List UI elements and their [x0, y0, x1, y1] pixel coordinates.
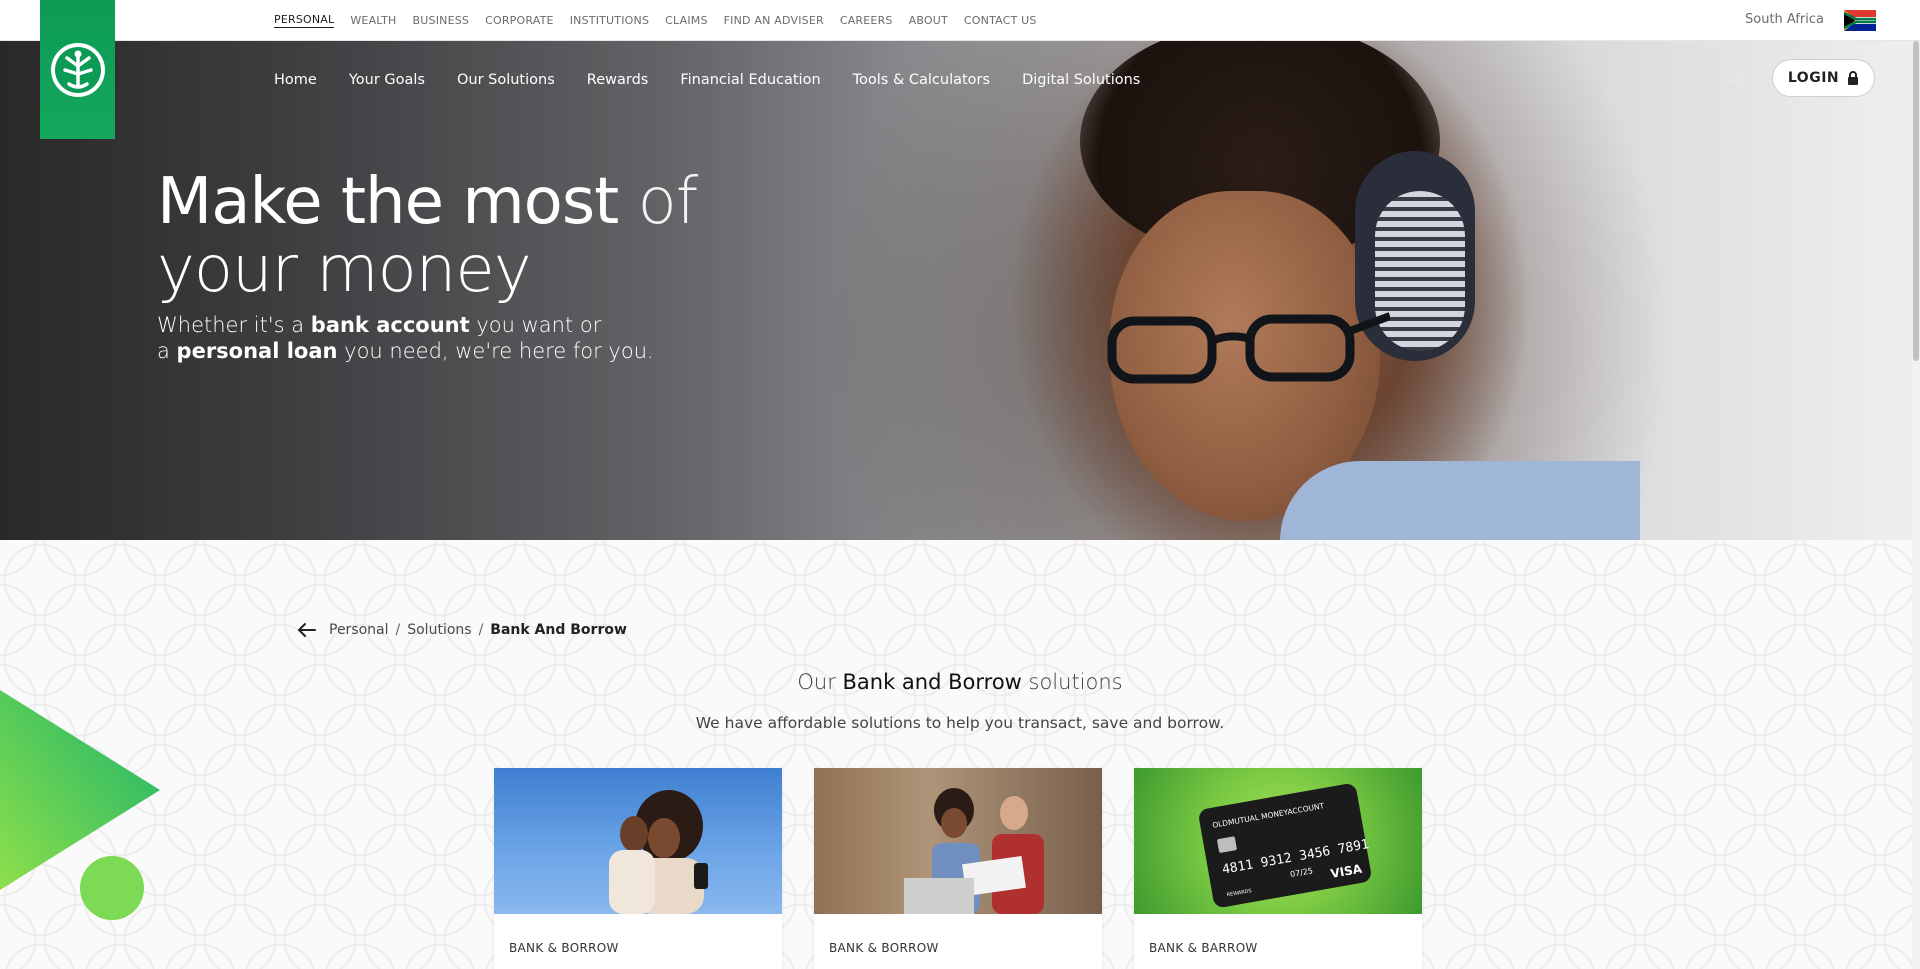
- scrollbar-thumb[interactable]: [1913, 41, 1919, 361]
- hero-title-part1: Make the most: [157, 165, 619, 239]
- solutions-section: Personal / Solutions / Bank And Borrow O…: [0, 540, 1920, 969]
- breadcrumb-solutions[interactable]: Solutions: [407, 622, 471, 638]
- segment-link-claims[interactable]: CLAIMS: [665, 14, 708, 27]
- segment-link-contact[interactable]: CONTACT US: [964, 14, 1037, 27]
- search-icon[interactable]: [1727, 68, 1749, 90]
- segment-link-careers[interactable]: CAREERS: [840, 14, 893, 27]
- nav-home[interactable]: Home: [274, 72, 317, 88]
- card-photo-workshop: [814, 768, 1102, 914]
- section-title-post: solutions: [1021, 670, 1123, 694]
- solution-cards: BANK & BORROW BANK & BORROW OLDMUTUAL MO…: [494, 768, 1422, 969]
- segment-link-personal[interactable]: PERSONAL: [274, 13, 335, 28]
- hero-photo-shirt: [1280, 461, 1640, 540]
- hero-photo-glasses: [1107, 312, 1390, 384]
- card-label: BANK & BARROW: [1149, 941, 1258, 955]
- decorative-triangle: [0, 690, 160, 890]
- money-account-card-graphic: OLDMUTUAL MONEYACCOUNT 4811 9312 3456 78…: [1199, 784, 1371, 908]
- card-label: BANK & BORROW: [829, 941, 939, 955]
- section-title-pre: Our: [797, 670, 843, 694]
- card-image-couple: [494, 768, 782, 914]
- breadcrumb-separator: /: [395, 622, 401, 638]
- segment-link-institutions[interactable]: INSTITUTIONS: [570, 14, 649, 27]
- lock-icon: [1848, 70, 1859, 85]
- hero-sub-text: a: [157, 339, 177, 363]
- page-scrollbar[interactable]: [1912, 41, 1920, 969]
- solution-card[interactable]: OLDMUTUAL MONEYACCOUNT 4811 9312 3456 78…: [1134, 768, 1422, 969]
- decorative-circle: [80, 856, 144, 920]
- breadcrumb-current: Bank And Borrow: [490, 622, 627, 638]
- south-africa-flag-icon[interactable]: [1844, 10, 1876, 31]
- card-image-money-account: OLDMUTUAL MONEYACCOUNT 4811 9312 3456 78…: [1134, 768, 1422, 914]
- nav-digital-solutions[interactable]: Digital Solutions: [1022, 72, 1140, 88]
- segment-link-corporate[interactable]: CORPORATE: [485, 14, 554, 27]
- card-label: BANK & BORROW: [509, 941, 619, 955]
- nav-financial-education[interactable]: Financial Education: [680, 72, 820, 88]
- card-image-workshop: [814, 768, 1102, 914]
- card-photo-couple: [609, 790, 708, 914]
- login-label: LOGIN: [1787, 70, 1840, 86]
- hero-title-line2: your money: [157, 233, 532, 307]
- segment-link-wealth[interactable]: WEALTH: [350, 14, 396, 27]
- hero-sub-bold: personal loan: [176, 339, 338, 363]
- old-mutual-logo[interactable]: [40, 0, 115, 139]
- segment-link-about[interactable]: ABOUT: [909, 14, 948, 27]
- section-title-bold: Bank and Borrow: [842, 670, 1022, 694]
- hero-title-part2: of: [618, 165, 699, 239]
- hero-sub-bold: bank account: [310, 313, 470, 337]
- section-title: Our Bank and Borrow solutions: [0, 670, 1920, 694]
- segment-link-business[interactable]: BUSINESS: [413, 14, 470, 27]
- breadcrumb: Personal / Solutions / Bank And Borrow: [297, 622, 627, 638]
- hero-sub-text: you want or: [469, 313, 602, 337]
- main-nav: Home Your Goals Our Solutions Rewards Fi…: [274, 72, 1172, 88]
- segment-nav: PERSONAL WEALTH BUSINESS CORPORATE INSTI…: [274, 0, 1053, 41]
- hero-subtitle: Whether it's a bank account you want or …: [157, 312, 697, 364]
- login-button[interactable]: LOGIN: [1772, 59, 1875, 97]
- breadcrumb-separator: /: [478, 622, 484, 638]
- hero-sub-text: you need, we're here for you.: [337, 339, 654, 363]
- breadcrumb-personal[interactable]: Personal: [329, 622, 389, 638]
- top-utility-bar: PERSONAL WEALTH BUSINESS CORPORATE INSTI…: [0, 0, 1920, 41]
- section-description: We have affordable solutions to help you…: [695, 714, 1225, 732]
- arrow-left-icon[interactable]: [297, 622, 317, 638]
- nav-our-solutions[interactable]: Our Solutions: [457, 72, 555, 88]
- nav-rewards[interactable]: Rewards: [587, 72, 649, 88]
- solution-card[interactable]: BANK & BORROW: [814, 768, 1102, 969]
- hero-sub-text: Whether it's a: [157, 313, 311, 337]
- hero-title-line1: Make the most of: [157, 165, 699, 239]
- segment-link-find-adviser[interactable]: FIND AN ADVISER: [724, 14, 824, 27]
- nav-your-goals[interactable]: Your Goals: [349, 72, 425, 88]
- hero-copy: Make the most of your money Whether it's…: [157, 165, 699, 364]
- old-mutual-tree-icon: [50, 42, 105, 97]
- solution-card[interactable]: BANK & BORROW: [494, 768, 782, 969]
- nav-tools-calculators[interactable]: Tools & Calculators: [853, 72, 990, 88]
- region-selector[interactable]: South Africa: [1745, 12, 1824, 27]
